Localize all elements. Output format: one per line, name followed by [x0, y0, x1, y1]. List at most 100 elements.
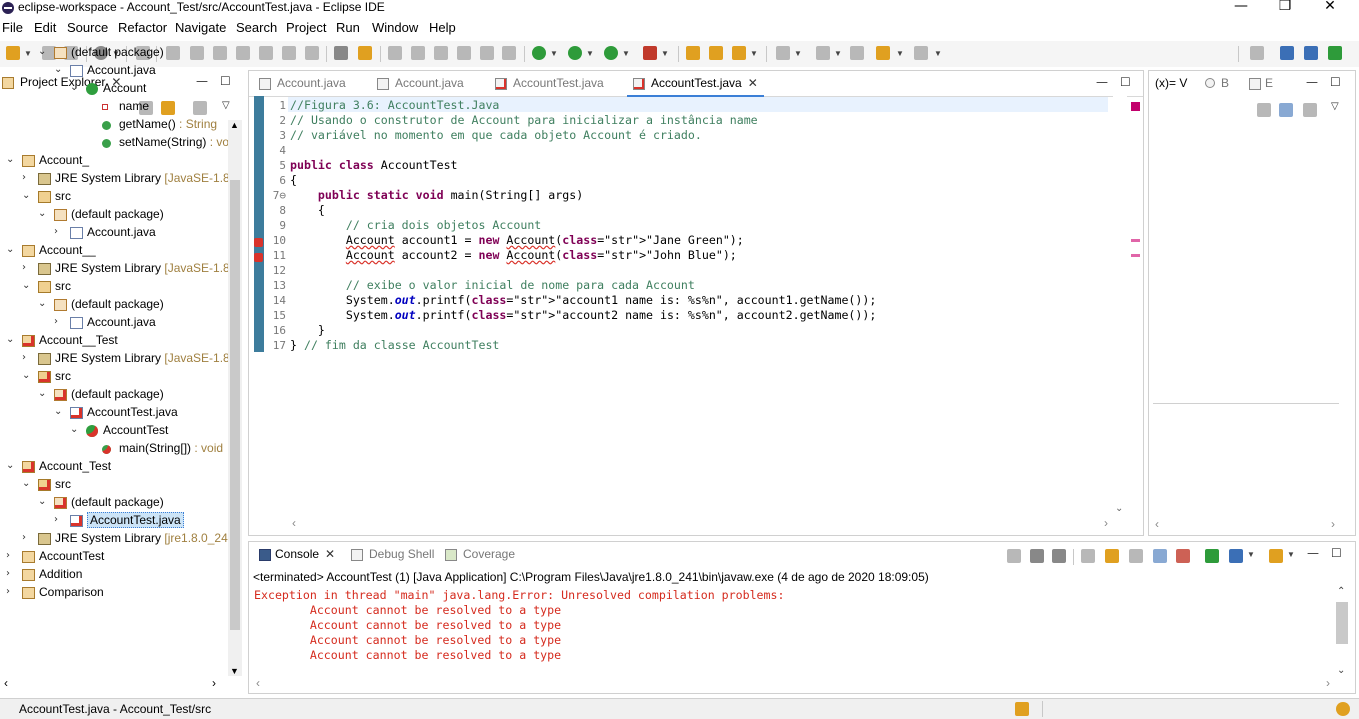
remove-launch-icon[interactable] — [1030, 549, 1044, 563]
tree-item[interactable]: ⌄ src — [22, 368, 228, 386]
show-logical-structure-icon[interactable] — [1279, 103, 1293, 117]
menu-refactor[interactable]: Refactor — [118, 20, 167, 35]
view-menu-icon[interactable]: ▽ — [1331, 101, 1339, 112]
external-tools-icon[interactable] — [643, 46, 657, 60]
tree-item[interactable]: ⌄ (default package) — [38, 296, 228, 314]
menu-run[interactable]: Run — [336, 20, 360, 35]
scroll-right-icon[interactable]: › — [1104, 516, 1108, 530]
scroll-left-icon[interactable]: ‹ — [256, 676, 260, 690]
scroll-right-icon[interactable]: › — [1331, 517, 1335, 531]
tree-horizontal-scrollbar[interactable]: ‹ › — [0, 676, 228, 692]
pin-icon[interactable] — [388, 46, 402, 60]
tree-item[interactable]: ⌄ Account_ — [6, 152, 228, 170]
collapse-icon[interactable]: ⌄ — [38, 298, 46, 309]
editor-horizontal-scrollbar[interactable]: ‹ › — [290, 516, 1112, 532]
tree-item[interactable]: › AccountTest.java — [54, 512, 228, 530]
tab-coverage[interactable]: Coverage — [439, 542, 521, 568]
scroll-down-icon[interactable]: ⌄ — [1337, 665, 1345, 676]
collapse-icon[interactable]: ⌄ — [38, 496, 46, 507]
tree-item[interactable]: › Account.java — [54, 224, 228, 242]
show-console-on-output-icon[interactable] — [1153, 549, 1167, 563]
menu-edit[interactable]: Edit — [34, 20, 56, 35]
console-vertical-scrollbar[interactable]: ⌃ ⌄ — [1335, 586, 1349, 676]
clear-console-icon[interactable] — [1081, 549, 1095, 563]
back-icon[interactable] — [876, 46, 890, 60]
expand-icon[interactable]: › — [54, 514, 58, 525]
maximize-editor-icon[interactable]: ☐ — [1120, 75, 1131, 89]
collapse-icon[interactable]: ⌄ — [38, 208, 46, 219]
step-into-icon[interactable] — [259, 46, 273, 60]
collapse-icon[interactable]: ⌄ — [6, 460, 14, 471]
expand-icon[interactable]: › — [22, 352, 26, 363]
remove-all-terminated-icon[interactable] — [1052, 549, 1066, 563]
open-task-icon[interactable] — [709, 46, 723, 60]
error-marker-icon[interactable] — [254, 253, 263, 262]
display-console-icon[interactable] — [1229, 549, 1243, 563]
tree-item[interactable]: ⌄ src — [22, 188, 228, 206]
scroll-left-icon[interactable]: ‹ — [292, 516, 296, 530]
expand-icon[interactable]: › — [6, 550, 10, 561]
console-horizontal-scrollbar[interactable]: ‹ › — [254, 676, 1334, 692]
tree-item[interactable]: ⌄ (default package) — [38, 386, 228, 404]
menu-source[interactable]: Source — [67, 20, 108, 35]
drop-to-frame-icon[interactable] — [334, 46, 348, 60]
tree-item[interactable]: › JRE System Library [jre1.8.0_241] — [22, 530, 228, 548]
editor-vertical-scrollbar[interactable]: ⌄ — [1113, 96, 1127, 514]
tree-item[interactable]: ⌄ (default package) — [38, 44, 228, 62]
collapse-icon[interactable]: ⌄ — [38, 46, 46, 57]
expand-icon[interactable]: › — [54, 316, 58, 327]
collapse-icon[interactable]: ⌄ — [22, 190, 30, 201]
last-edit-location-icon[interactable] — [850, 46, 864, 60]
minimize-view-icon[interactable]: — — [1307, 546, 1319, 560]
maximize-view-icon[interactable]: ☐ — [1331, 546, 1342, 560]
expand-icon[interactable]: › — [6, 586, 10, 597]
collapse-icon[interactable]: ⌄ — [22, 478, 30, 489]
scroll-left-icon[interactable]: ‹ — [1155, 517, 1159, 531]
collapse-icon[interactable]: ⌄ — [6, 154, 14, 165]
details-vertical-scrollbar[interactable] — [1339, 407, 1353, 515]
open-type-icon[interactable] — [686, 46, 700, 60]
toggle-mark-icon[interactable] — [411, 46, 425, 60]
tree-item[interactable]: ⌄ src — [22, 278, 228, 296]
tip-icon[interactable] — [1336, 702, 1350, 716]
menu-file[interactable]: File — [2, 20, 23, 35]
forward-icon[interactable] — [914, 46, 928, 60]
status-progress-icon[interactable] — [1015, 702, 1029, 716]
show-type-names-icon[interactable] — [1257, 103, 1271, 117]
java-perspective-icon[interactable] — [1280, 46, 1294, 60]
collapse-icon[interactable]: ⌄ — [70, 82, 78, 93]
minimize-editor-icon[interactable]: — — [1096, 75, 1108, 89]
tree-item[interactable]: setName(String) : vo — [86, 134, 228, 152]
tree-item[interactable]: getName() : String — [86, 116, 228, 134]
next-annotation-icon[interactable] — [776, 46, 790, 60]
collapse-all-icon[interactable] — [1303, 103, 1317, 117]
scroll-right-icon[interactable]: › — [1326, 676, 1330, 690]
debug-icon[interactable] — [532, 46, 546, 60]
tree-vertical-scrollbar[interactable]: ▲ ▼ — [228, 120, 242, 676]
tab-breakpoints[interactable]: B — [1195, 71, 1235, 97]
collapse-icon[interactable]: ⌄ — [6, 334, 14, 345]
tree-item[interactable]: ⌄ src — [22, 476, 228, 494]
disconnect-icon[interactable] — [236, 46, 250, 60]
scroll-down-icon[interactable]: ⌄ — [1115, 503, 1123, 514]
menu-help[interactable]: Help — [429, 20, 456, 35]
tab-console[interactable]: Console ✕ — [253, 542, 342, 568]
expand-icon[interactable]: › — [22, 172, 26, 183]
run-icon[interactable] — [568, 46, 582, 60]
overview-marker[interactable] — [1131, 239, 1140, 242]
menu-project[interactable]: Project — [286, 20, 326, 35]
pin-console-icon[interactable] — [1205, 549, 1219, 563]
tab-account-java-2[interactable]: Account.java — [371, 71, 470, 97]
search-icon[interactable] — [732, 46, 746, 60]
minimize-button[interactable]: — — [1218, 0, 1264, 14]
collapse-icon[interactable]: ⌄ — [6, 244, 14, 255]
tree-item[interactable]: main(String[]) : void — [86, 440, 228, 458]
tab-accounttest-java-active[interactable]: AccountTest.java ✕ — [627, 71, 764, 97]
tree-item[interactable]: ⌄ AccountTest — [70, 422, 228, 440]
expand-icon[interactable]: › — [6, 568, 10, 579]
collapse-icon[interactable]: ⌄ — [38, 388, 46, 399]
scroll-right-icon[interactable]: › — [212, 676, 216, 690]
paragraph-icon[interactable] — [502, 46, 516, 60]
scroll-left-icon[interactable]: ‹ — [4, 676, 8, 690]
tab-debug-shell[interactable]: Debug Shell — [345, 542, 440, 568]
